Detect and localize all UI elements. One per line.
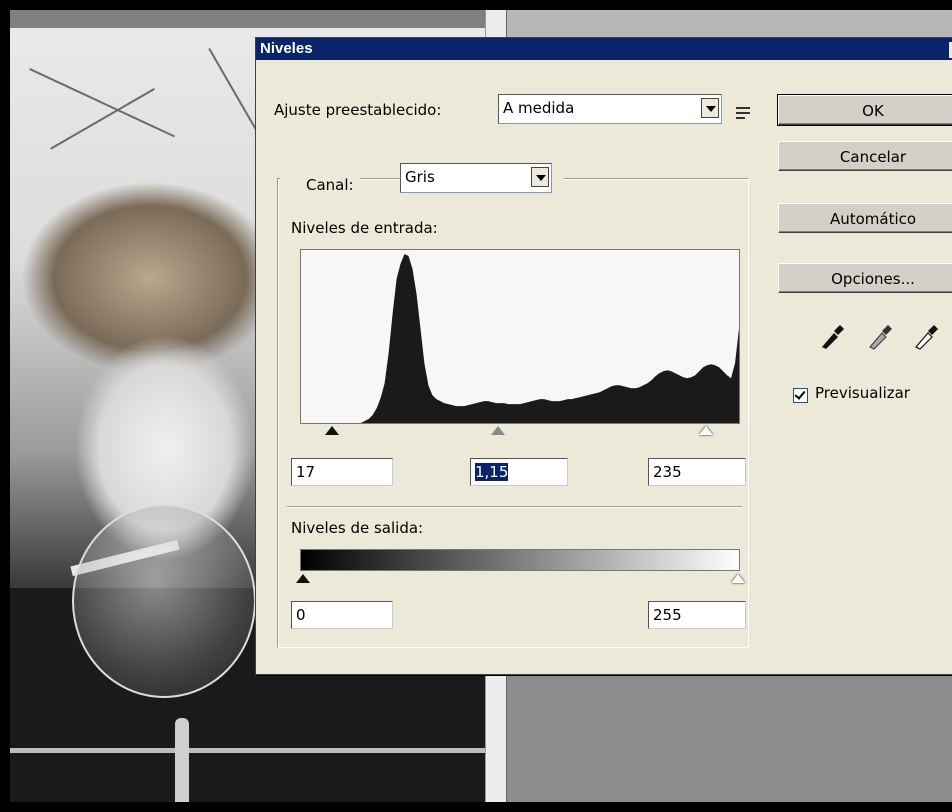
input-black-slider[interactable] <box>325 426 339 435</box>
output-white-field[interactable]: 255 <box>648 601 746 629</box>
output-white-slider[interactable] <box>731 574 745 583</box>
options-button[interactable]: Opciones... <box>778 263 952 293</box>
output-black-slider[interactable] <box>296 574 310 583</box>
dialog-title: Niveles <box>256 38 952 60</box>
input-black-field[interactable]: 17 <box>291 458 393 486</box>
chevron-down-icon[interactable] <box>701 98 719 118</box>
cancel-button[interactable]: Cancelar <box>778 141 952 171</box>
levels-dialog: Niveles Ajuste preestablecido: A medida … <box>255 37 952 675</box>
separator <box>287 506 742 508</box>
auto-button[interactable]: Automático <box>778 203 952 233</box>
preview-label: Previsualizar <box>815 384 910 402</box>
channel-value: Gris <box>405 168 435 186</box>
histogram <box>300 249 740 424</box>
gray-eyedropper-icon[interactable] <box>866 321 892 351</box>
input-white-slider[interactable] <box>699 426 713 435</box>
preset-menu-icon[interactable] <box>736 104 754 122</box>
channel-label: Canal: <box>280 170 360 200</box>
output-gradient <box>300 549 740 571</box>
soap-bubble <box>72 504 256 698</box>
channel-select[interactable]: Gris <box>400 163 552 193</box>
input-gamma-field[interactable]: 1,15 <box>470 458 568 486</box>
preset-label: Ajuste preestablecido: <box>274 101 442 119</box>
preset-select[interactable]: A medida <box>498 94 722 124</box>
chevron-down-icon[interactable] <box>531 167 549 187</box>
input-gamma-value: 1,15 <box>475 463 509 481</box>
input-white-field[interactable]: 235 <box>648 458 746 486</box>
preview-checkbox[interactable] <box>793 388 808 403</box>
white-eyedropper-icon[interactable] <box>912 321 938 351</box>
ok-button[interactable]: OK <box>777 94 952 126</box>
black-eyedropper-icon[interactable] <box>818 321 844 351</box>
input-gamma-slider[interactable] <box>491 426 505 435</box>
output-levels-label: Niveles de salida: <box>291 519 424 537</box>
output-black-field[interactable]: 0 <box>291 601 393 629</box>
preset-value: A medida <box>503 99 575 117</box>
input-levels-label: Niveles de entrada: <box>291 219 438 237</box>
